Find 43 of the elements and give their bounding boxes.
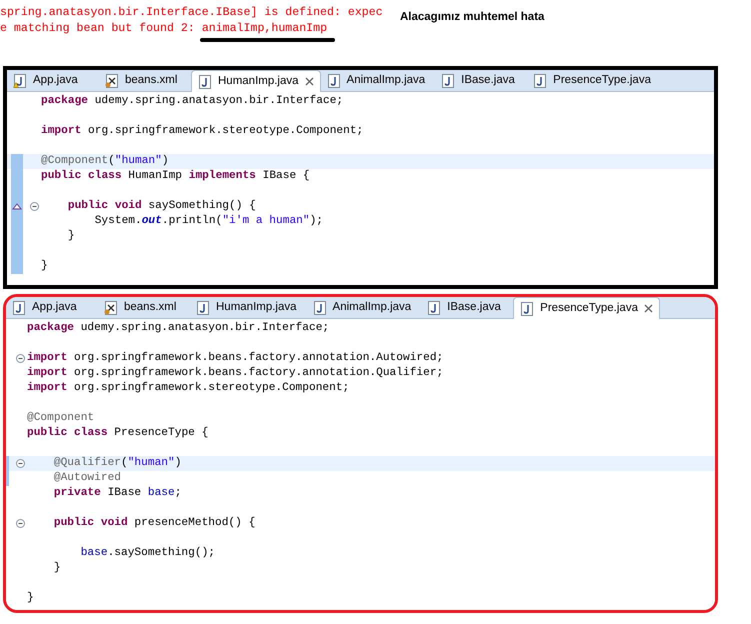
code-text: @Qualifier("human") [52,456,182,471]
code-text: } [41,259,48,274]
error-text: e matching bean but found 2: [0,21,195,37]
code-text: import org.springframework.stereotype.Component; [27,381,350,396]
code-text: private IBase base; [52,486,182,501]
code-text: @Component [27,411,94,426]
fold-minus-icon[interactable] [30,202,39,211]
code-text: public void saySomething() { [66,199,256,214]
code-text: public void presenceMethod() { [52,516,256,531]
file-tab[interactable]: HumanImp.java [191,70,321,92]
file-tab[interactable]: beans.xml [98,297,190,319]
code-text: } [52,561,61,576]
file-tab[interactable]: AnimalImp.java [320,70,436,92]
code-text: package udemy.spring.anatasyon.bir.Interface; [41,94,344,109]
code-text: @Autowired [52,471,121,486]
file-tab[interactable]: AnimalImp.java [306,297,422,319]
code-text: import org.springframework.beans.factory.annotation.Autowired; [27,351,444,366]
code-text: System.out.println("i'm a human"); [94,214,324,229]
annotation-note: Alacagımız muhtemel hata [400,10,544,25]
file-tab[interactable]: PresenceType.java [513,297,660,319]
code-text: } [66,229,75,244]
file-tab[interactable]: IBase.java [435,70,528,92]
file-tab[interactable]: PresenceType.java [527,70,661,92]
code-text: public class PresenceType { [27,426,208,441]
file-tab[interactable]: App.java [7,70,99,92]
fold-minus-icon[interactable] [16,519,25,528]
fold-minus-icon[interactable] [16,354,25,363]
code-text: import org.springframework.beans.factory.annotation.Qualifier; [27,366,444,381]
code-text: base.saySomething(); [80,546,215,561]
code-text: package udemy.spring.anatasyon.bir.Interface; [27,321,330,336]
fold-minus-icon[interactable] [16,459,25,468]
error-text: spring.anatasyon.bir.Interface.IBase] is defined: expec [0,5,383,21]
code-text: @Component("human") [41,154,169,169]
file-tab[interactable]: beans.xml [99,70,191,92]
file-tab[interactable]: App.java [6,297,98,319]
file-tab[interactable]: HumanImp.java [190,297,307,319]
code-text: } [27,591,34,606]
file-tab[interactable]: IBase.java [421,297,514,319]
code-text: import org.springframework.stereotype.Component; [41,124,364,139]
error-text: animalImp,humanImp [202,22,328,35]
close-icon[interactable] [644,304,653,313]
code-text: public class HumanImp implements IBase { [41,169,310,184]
close-icon[interactable] [304,77,314,86]
